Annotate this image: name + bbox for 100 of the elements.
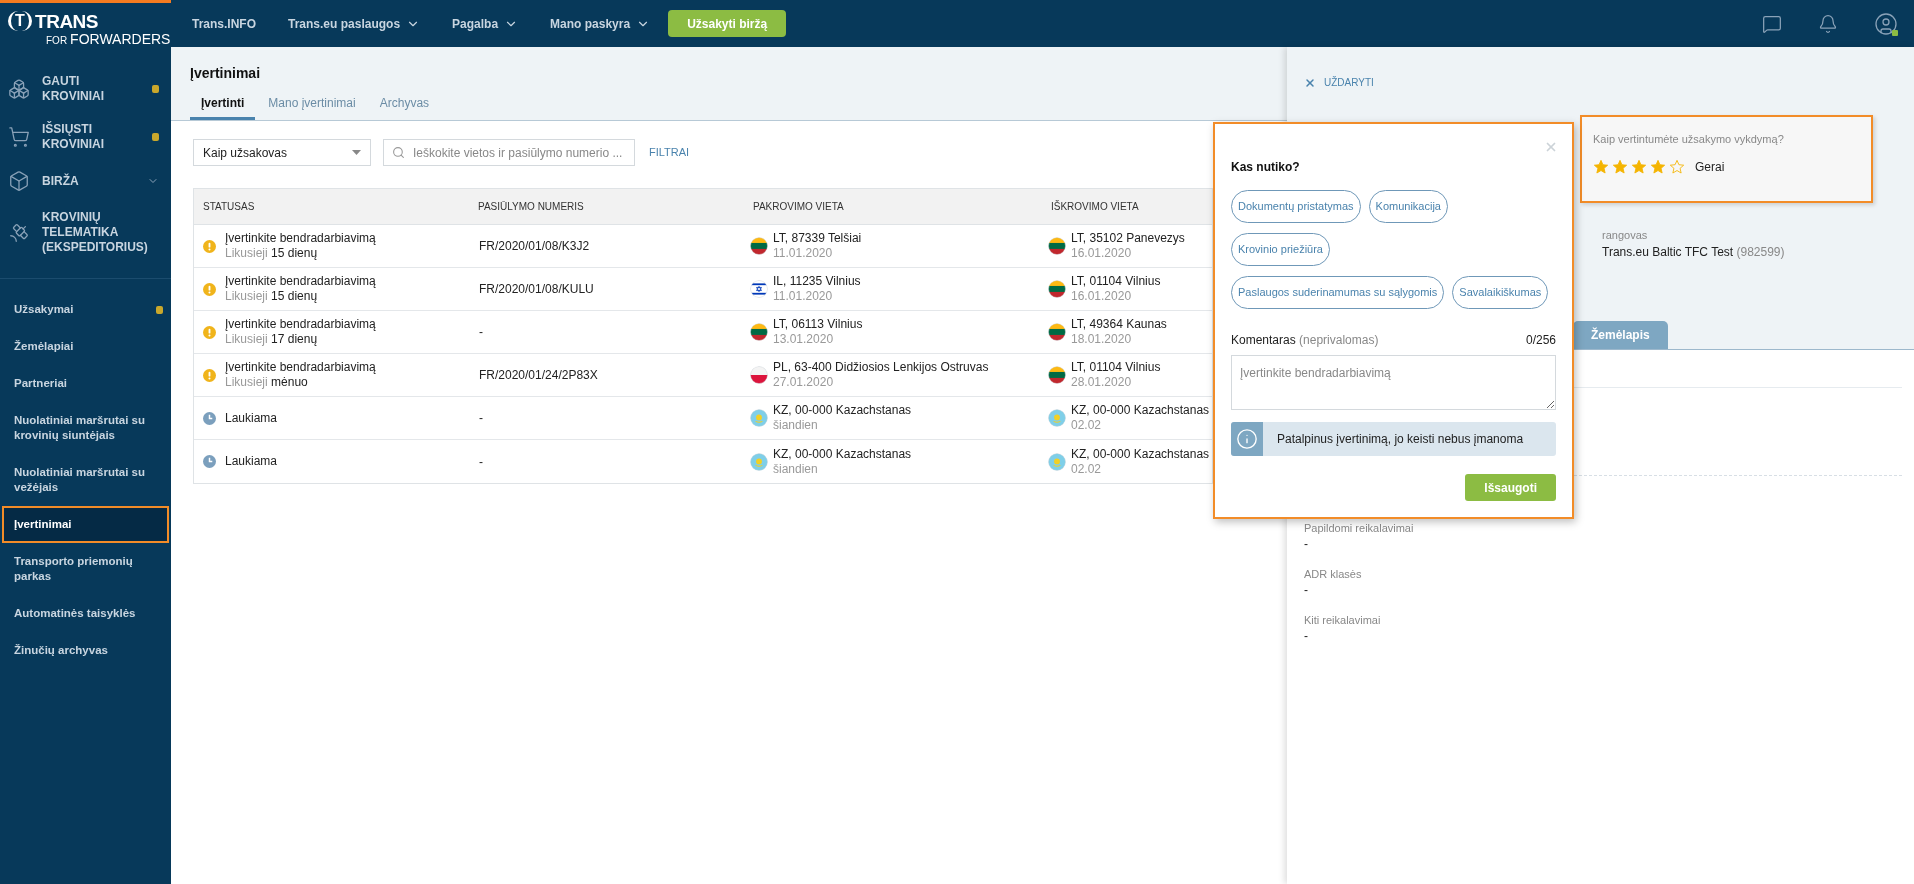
sidebar-section[interactable]: GAUTI KROVINIAI: [0, 65, 171, 113]
sidebar-section[interactable]: KROVINIŲ TELEMATIKA (EKSPEDITORIUS): [0, 201, 171, 264]
comment-label: Komentaras (neprivalomas): [1231, 332, 1379, 349]
table-row[interactable]: Įvertinkite bendradarbiavimą Likusieji 15 dienų FR/2020/01/08/KULU IL, 11235 Vilnius 11.01.2020 LT, 01104 Vilnius 16.01.2020: [194, 268, 1212, 311]
sidebar-section[interactable]: IŠSIŲSTI KROVINIAI: [0, 113, 171, 161]
sidebar-section-label: BIRŽA: [42, 173, 80, 189]
sidebar-section[interactable]: BIRŽA: [0, 161, 171, 201]
field-value: -: [1304, 628, 1309, 644]
date-text: 27.01.2020: [773, 375, 835, 390]
offer-number: -: [478, 410, 484, 427]
star-icon[interactable]: [1631, 158, 1647, 175]
date-text: 13.01.2020: [773, 332, 835, 347]
reason-chip[interactable]: Savalaikiškumas: [1452, 276, 1549, 309]
sidebar-item[interactable]: Užsakymai: [2, 291, 169, 328]
sidebar-section-label: IŠSIŲSTI KROVINIAI: [42, 122, 105, 152]
date-text: 16.01.2020: [1071, 289, 1133, 304]
info-icon: [1236, 428, 1258, 450]
sidebar-item-label: Nuolatiniai maršrutai su krovinių siuntėjais: [14, 413, 146, 443]
sidebar-item[interactable]: Transporto priemonių parkas: [2, 543, 169, 595]
sidebar-item[interactable]: Įvertinimai: [2, 506, 169, 543]
place-text: LT, 49364 Kaunas: [1071, 317, 1167, 332]
date-text: 16.01.2020: [1071, 246, 1133, 261]
sidebar-item-label: Užsakymai: [14, 302, 75, 317]
place-text: KZ, 00-000 Kazachstanas: [773, 403, 912, 418]
star-rating[interactable]: [1593, 158, 1685, 175]
date-text: šiandien: [773, 461, 819, 477]
status-text: Įvertinkite bendradarbiavimą: [225, 274, 376, 289]
table-row[interactable]: Įvertinkite bendradarbiavimą Likusieji mėnuo FR/2020/01/24/2P83X PL, 63-400 Didžiosios Lenkijos Ostruvas 27.01.2020 LT, 01104 Vilnius 28.01.2020: [194, 354, 1212, 397]
reason-chip[interactable]: Dokumentų pristatymas: [1231, 190, 1361, 223]
date-text: 18.01.2020: [1071, 332, 1133, 347]
field-value: -: [1304, 582, 1309, 598]
bell-icon[interactable]: [1818, 13, 1838, 34]
reason-chip[interactable]: Komunikacija: [1368, 190, 1448, 223]
sidebar-item[interactable]: Žinučių archyvas: [2, 632, 169, 669]
star-icon[interactable]: [1650, 158, 1666, 175]
place-text: LT, 01104 Vilnius: [1071, 360, 1161, 375]
close-link[interactable]: UŽDARYTI: [1304, 75, 1374, 90]
role-select[interactable]: Kaip užsakovas: [193, 139, 371, 166]
table-row[interactable]: Laukiama - KZ, 00-000 Kazachstanas šiandien KZ, 00-000 Kazachstanas 02.02: [194, 397, 1212, 440]
star-icon[interactable]: [1593, 158, 1609, 175]
search-field[interactable]: Ieškokite vietos ir pasiūlymo numerio ...: [383, 139, 635, 166]
sidebar-item[interactable]: Nuolatiniai maršrutai su vežėjais: [2, 454, 169, 506]
nav-link[interactable]: Pagalba: [452, 14, 519, 33]
remaining-time: Likusieji 15 dienų: [225, 246, 319, 261]
sidebar-section-label: KROVINIŲ TELEMATIKA (EKSPEDITORIUS): [42, 210, 149, 255]
contractor-label: rangovas: [1602, 228, 1649, 243]
comment-field[interactable]: Įvertinkite bendradarbiavimą: [1231, 355, 1556, 410]
table-row[interactable]: Įvertinkite bendradarbiavimą Likusieji 17 dienų - LT, 06113 Vilnius 13.01.2020 LT, 49364 Kaunas 18.01.2020: [194, 311, 1212, 354]
offer-number: FR/2020/01/24/2P83X: [478, 367, 599, 384]
field-label: Kiti reikalavimai: [1304, 613, 1382, 628]
nav-link[interactable]: Mano paskyra: [550, 14, 651, 33]
sidebar-item[interactable]: Nuolatiniai maršrutai su krovinių siuntėjais: [2, 402, 169, 454]
satellite-icon: [8, 221, 30, 244]
status-text: Laukiama: [225, 410, 278, 426]
offer-number: -: [478, 453, 484, 471]
user-avatar[interactable]: [1874, 11, 1898, 36]
field-label: ADR klasės: [1304, 567, 1363, 582]
cart-icon: [8, 126, 30, 148]
place-text: LT, 01104 Vilnius: [1071, 274, 1161, 289]
nav-link[interactable]: Trans.eu paslaugos: [288, 14, 421, 33]
sidebar-item-label: Žemėlapiai: [14, 339, 75, 354]
field-label: Papildomi reikalavimai: [1304, 521, 1415, 536]
status-text: Įvertinkite bendradarbiavimą: [225, 317, 376, 332]
reason-chip[interactable]: Paslaugos suderinamumas su sąlygomis: [1231, 276, 1445, 309]
place-text: IL, 11235 Vilnius: [773, 274, 861, 289]
reason-chip[interactable]: Krovinio priežiūra: [1231, 233, 1330, 266]
star-icon[interactable]: [1612, 158, 1628, 175]
rating-verdict: Gerai: [1695, 158, 1725, 176]
table-row[interactable]: Įvertinkite bendradarbiavimą Likusieji 15 dienų FR/2020/01/08/K3J2 LT, 87339 Telšiai 11.01.2020 LT, 35102 Panevezys 16.01.2020: [194, 225, 1212, 268]
remaining-time: Likusieji 15 dienų: [225, 289, 319, 304]
page-title: Įvertinimai: [190, 64, 262, 83]
tab[interactable]: Įvertinti: [190, 93, 256, 120]
contractor-name: Trans.eu Baltic TFC Test (982599): [1602, 244, 1786, 261]
sidebar-item[interactable]: Žemėlapiai: [2, 328, 169, 365]
table-row[interactable]: Laukiama - KZ, 00-000 Kazachstanas šiandien KZ, 00-000 Kazachstanas 02.02: [194, 440, 1212, 483]
sidebar-item[interactable]: Automatinės taisyklės: [2, 595, 169, 632]
place-text: PL, 63-400 Didžiosios Lenkijos Ostruvas: [773, 360, 989, 375]
filters-link[interactable]: FILTRAI: [649, 144, 690, 161]
logo-subtitle: FORWARDERS: [70, 32, 171, 46]
offer-number: -: [478, 324, 484, 341]
close-icon[interactable]: [1544, 140, 1558, 154]
place-text: LT, 35102 Panevezys: [1071, 231, 1185, 246]
place-text: KZ, 00-000 Kazachstanas: [1071, 446, 1210, 462]
search-icon: [392, 146, 405, 159]
date-text: 11.01.2020: [773, 289, 834, 304]
column-header: IŠKROVIMO VIETA: [1050, 199, 1140, 214]
place-text: KZ, 00-000 Kazachstanas: [1071, 403, 1210, 418]
cube-icon: [8, 170, 30, 192]
sidebar-item-label: Žinučių archyvas: [14, 643, 109, 658]
nav-link[interactable]: Trans.INFO: [192, 14, 256, 33]
caret-icon: [352, 150, 361, 155]
status-text: Įvertinkite bendradarbiavimą: [225, 231, 376, 246]
status-text: Įvertinkite bendradarbiavimą: [225, 360, 376, 375]
place-text: KZ, 00-000 Kazachstanas: [773, 446, 912, 462]
sidebar-item[interactable]: Partneriai: [2, 365, 169, 402]
sidebar-item-label: Partneriai: [14, 376, 69, 391]
sidebar-item-label: Automatinės taisyklės: [14, 606, 137, 621]
remaining-time: Likusieji mėnuo: [225, 375, 309, 390]
chat-icon[interactable]: [1762, 13, 1782, 34]
star-icon[interactable]: [1669, 158, 1685, 175]
